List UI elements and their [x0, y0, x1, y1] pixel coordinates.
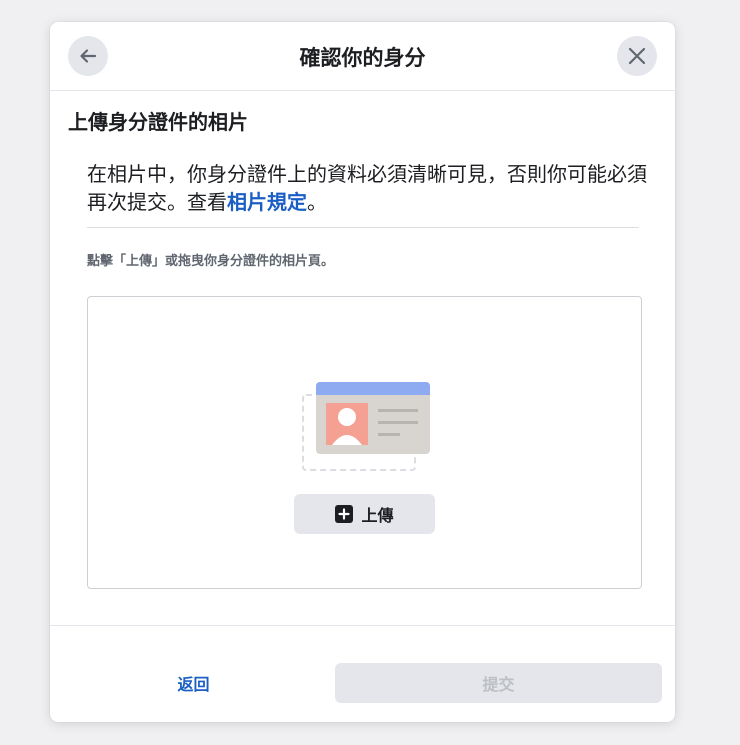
description-text: 在相片中，你身分證件上的資料必須清晰可見，否則你可能必須再次提交。查看相片規定。 [87, 160, 647, 216]
plus-square-icon [335, 505, 354, 523]
description-end: 。 [307, 190, 327, 214]
divider [87, 227, 639, 228]
upload-button-label: 上傳 [361, 506, 394, 525]
close-button[interactable] [617, 36, 657, 76]
description-body: 在相片中，你身分證件上的資料必須清晰可見，否則你可能必須再次提交。查看 [87, 162, 647, 214]
upload-dropzone[interactable]: 上傳 [87, 296, 642, 589]
close-icon [628, 47, 646, 65]
id-card-illustration [302, 382, 430, 471]
upload-instruction: 點擊「上傳」或拖曳你身分證件的相片頁。 [87, 254, 335, 269]
verify-identity-dialog: 確認你的身分 上傳身分證件的相片 在相片中，你身分證件上的資料必須清晰可見，否則… [50, 22, 675, 722]
section-title: 上傳身分證件的相片 [68, 110, 248, 134]
footer-back-button[interactable]: 返回 [146, 663, 241, 703]
footer-divider [50, 625, 675, 626]
dialog-header: 確認你的身分 [50, 22, 675, 91]
photo-requirements-link[interactable]: 相片規定 [227, 190, 307, 214]
dialog-title: 確認你的身分 [299, 46, 426, 70]
upload-button[interactable]: 上傳 [294, 494, 435, 534]
submit-button[interactable]: 提交 [335, 663, 662, 703]
